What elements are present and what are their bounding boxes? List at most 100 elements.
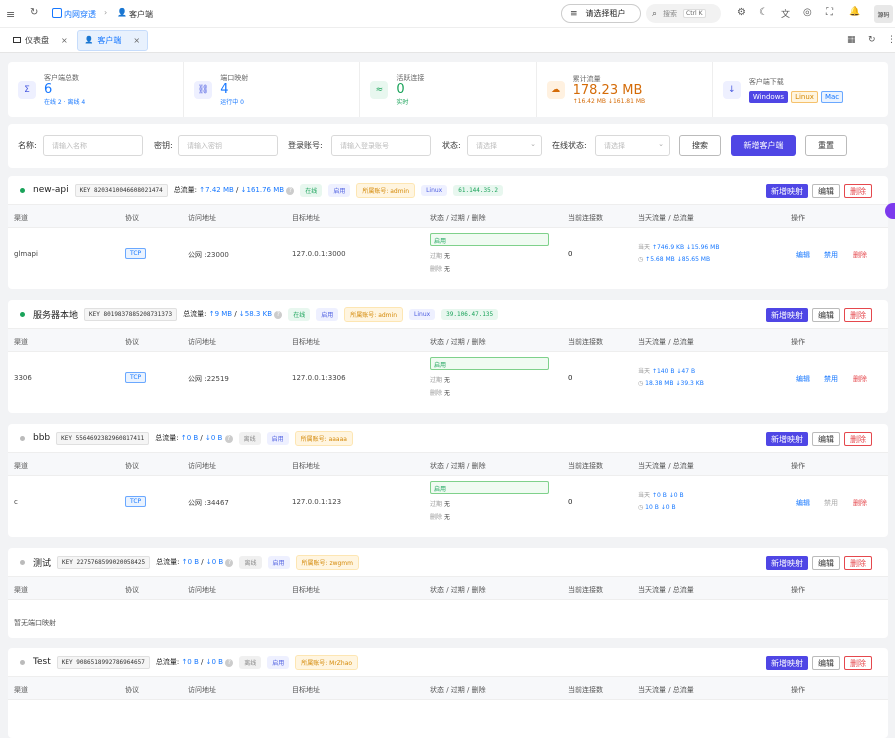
column-header: 当前连接数 [568, 586, 603, 594]
activity-icon: ≈ [370, 80, 389, 99]
close-icon[interactable]: × [133, 36, 140, 45]
client-card: 服务器本地 KEY 8019837885208731373 总流量: ↑9 MB… [8, 300, 888, 413]
access-cell: 公网 :34467 [188, 499, 229, 507]
client-card: bbb KEY 5564692382960817411 总流量: ↑0 B / … [8, 424, 888, 537]
clock-icon: ◷ [638, 256, 644, 263]
delete-cell: 删除 无 [430, 266, 450, 273]
column-header: 渠道 [14, 462, 28, 470]
bell-icon[interactable]: 🔔 [849, 7, 860, 17]
menu-icon[interactable]: ≡ [6, 8, 15, 21]
grid-icon[interactable]: ▦ [847, 35, 856, 45]
tab-client[interactable]: 👤 客户端 × [76, 29, 149, 51]
column-header: 当前连接数 [568, 462, 603, 470]
more-icon[interactable]: ⋮ [887, 35, 895, 45]
download-windows-button[interactable]: Windows [748, 90, 789, 103]
moon-icon[interactable]: ☾ [759, 7, 768, 18]
access-cell: 公网 :22519 [188, 375, 229, 383]
column-header: 协议 [125, 462, 139, 470]
avatar[interactable]: 源码 [874, 5, 893, 23]
edit-client-button[interactable]: 编辑 [812, 432, 840, 446]
status-dot [20, 311, 25, 317]
breadcrumb-root[interactable]: 内网穿透 [64, 9, 96, 20]
delete-mapping-link[interactable]: 删除 [853, 250, 867, 260]
client-traffic: 总流量: ↑0 B / ↓0 B ? [156, 557, 234, 567]
name-input[interactable]: 请输入名称 [43, 135, 143, 156]
settings-icon[interactable]: ⚙ [737, 7, 746, 18]
help-icon[interactable]: ? [224, 435, 233, 443]
owner-badge: 所属账号: MrZhao [295, 654, 359, 670]
help-icon[interactable]: ? [225, 559, 234, 567]
status-select[interactable]: 请选择 ⌄ [467, 135, 542, 156]
search-button[interactable]: 搜索 [679, 135, 721, 156]
column-header: 渠道 [14, 214, 28, 222]
new-mapping-button[interactable]: 新增映射 [766, 556, 808, 570]
breadcrumb-separator: › [104, 8, 108, 17]
client-traffic: 总流量: ↑7.42 MB / ↓161.76 MB ? [174, 185, 295, 195]
new-mapping-button[interactable]: 新增映射 [766, 184, 808, 198]
column-header: 访问地址 [188, 214, 216, 222]
today-traffic: 当天 ↑746.9 KB ↓15.96 MB [638, 244, 720, 251]
download-mac-button[interactable]: Mac [820, 90, 844, 103]
target-cell: 127.0.0.1:123 [292, 498, 342, 506]
add-client-button[interactable]: 新增客户端 [731, 135, 796, 156]
enabled-status: 启用 [430, 357, 549, 370]
help-icon[interactable]: ? [286, 187, 295, 195]
column-header: 访问地址 [188, 338, 216, 346]
disable-mapping-link[interactable]: 禁用 [824, 498, 838, 508]
fullscreen-icon[interactable]: ⛶ [826, 7, 833, 18]
online-badge: 离线 [239, 555, 262, 569]
edit-mapping-link[interactable]: 编辑 [796, 374, 810, 384]
column-header: 协议 [125, 214, 139, 222]
client-key: KEY 5564692382960817411 [56, 431, 150, 445]
tenant-select-button[interactable]: ≡ 请选择租户 [561, 4, 641, 23]
account-input[interactable]: 请输入登录账号 [331, 135, 431, 156]
total-traffic: ◷ 10 B ↓0 B [638, 504, 676, 511]
close-icon[interactable]: × [61, 36, 68, 45]
edit-client-button[interactable]: 编辑 [812, 556, 840, 570]
disable-mapping-link[interactable]: 禁用 [824, 374, 838, 384]
delete-mapping-link[interactable]: 删除 [853, 374, 867, 384]
delete-client-button[interactable]: 删除 [844, 184, 872, 198]
client-actions: 新增映射 编辑 删除 [766, 308, 872, 322]
client-key: KEY 8019837885208731373 [84, 307, 178, 321]
help-icon[interactable]: ? [274, 311, 283, 319]
edit-mapping-link[interactable]: 编辑 [796, 498, 810, 508]
reload-tab-icon[interactable]: ↻ [868, 35, 876, 45]
sigma-icon: Σ [18, 80, 36, 99]
table-header: 渠道 协议 访问地址 目标地址 状态 / 过期 / 删除 当前连接数 当天流量 / 总流量 操… [8, 676, 888, 700]
new-mapping-button[interactable]: 新增映射 [766, 656, 808, 670]
new-mapping-button[interactable]: 新增映射 [766, 432, 808, 446]
edit-client-button[interactable]: 编辑 [812, 656, 840, 670]
delete-client-button[interactable]: 删除 [844, 308, 872, 322]
floating-assistant-icon[interactable] [885, 203, 895, 219]
tab-dashboard[interactable]: 仪表盘 × [6, 30, 75, 51]
column-header: 目标地址 [292, 586, 320, 594]
clock-icon: ◷ [638, 504, 644, 511]
new-mapping-button[interactable]: 新增映射 [766, 308, 808, 322]
stat-traffic: ☁ 累计流量 178.23 MB ↑16.42 MB ↓161.81 MB [537, 62, 713, 117]
edit-mapping-link[interactable]: 编辑 [796, 250, 810, 260]
delete-client-button[interactable]: 删除 [844, 656, 872, 670]
column-header: 目标地址 [292, 338, 320, 346]
client-name: new-api [33, 185, 69, 195]
download-linux-button[interactable]: Linux [791, 90, 818, 103]
owner-badge: 所属账号: admin [356, 182, 416, 198]
column-header: 渠道 [14, 338, 28, 346]
delete-client-button[interactable]: 删除 [844, 432, 872, 446]
refresh-icon[interactable]: ↻ [30, 7, 38, 18]
online-status-select[interactable]: 请选择 ⌄ [595, 135, 670, 156]
table-header: 渠道 协议 访问地址 目标地址 状态 / 过期 / 删除 当前连接数 当天流量 / 总流量 操… [8, 328, 888, 352]
delete-client-button[interactable]: 删除 [844, 556, 872, 570]
reset-button[interactable]: 重置 [805, 135, 847, 156]
client-card: new-api KEY 8203410046608021474 总流量: ↑7.… [8, 176, 888, 289]
delete-mapping-link[interactable]: 删除 [853, 498, 867, 508]
translate-icon[interactable]: 文 [781, 7, 790, 20]
key-input[interactable]: 请输入密钥 [178, 135, 278, 156]
global-search[interactable]: ⌕ 搜索 Ctrl K [646, 4, 721, 23]
help-icon[interactable]: ? [225, 659, 234, 667]
edit-client-button[interactable]: 编辑 [812, 184, 840, 198]
disable-mapping-link[interactable]: 禁用 [824, 250, 838, 260]
edit-client-button[interactable]: 编辑 [812, 308, 840, 322]
state-badge: 启用 [267, 555, 290, 569]
theme-icon[interactable]: ◎ [803, 7, 812, 18]
